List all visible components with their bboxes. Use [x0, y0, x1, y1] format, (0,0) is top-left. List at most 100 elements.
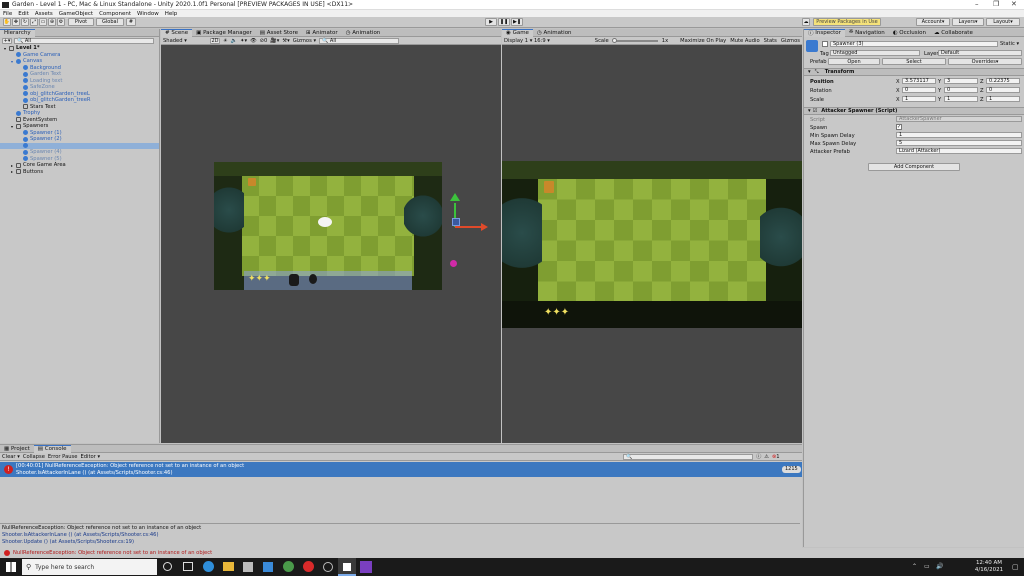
- gizmo-plane-handle[interactable]: [452, 218, 460, 226]
- edge-icon[interactable]: [203, 561, 214, 572]
- notifications-icon[interactable]: ▢: [1012, 563, 1019, 571]
- 2d-toggle[interactable]: 2D: [210, 37, 220, 44]
- tab-occlusion[interactable]: ◐ Occlusion: [889, 29, 930, 37]
- custom-tool-icon[interactable]: ⚙: [57, 18, 65, 26]
- collapse-toggle[interactable]: Collapse: [23, 454, 45, 460]
- min-spawn-delay-field[interactable]: 1: [896, 132, 1022, 138]
- unity-taskbar-icon[interactable]: [338, 558, 356, 576]
- add-component-button[interactable]: Add Component: [868, 163, 960, 171]
- audio-icon[interactable]: 🔈: [231, 38, 237, 44]
- taskbar-time[interactable]: 12:40 AM: [972, 560, 1006, 566]
- preview-packages-button[interactable]: Preview Packages in Use: [813, 18, 881, 26]
- tab-navigation[interactable]: ⛯ Navigation: [845, 29, 889, 37]
- tools-icon[interactable]: ⚒▾: [282, 38, 289, 44]
- tab-scene[interactable]: # Scene: [161, 28, 193, 37]
- menu-edit[interactable]: Edit: [18, 11, 29, 17]
- tab-console[interactable]: ▤ Console: [33, 444, 71, 453]
- position-x-field[interactable]: 3.573117: [902, 78, 936, 84]
- tab-collaborate[interactable]: ☁ Collaborate: [930, 29, 977, 37]
- display-dropdown[interactable]: Display 1 ▾: [504, 38, 532, 44]
- error-pause-toggle[interactable]: Error Pause: [48, 454, 78, 460]
- rotation-x-field[interactable]: 0: [902, 87, 936, 93]
- visibility-icon[interactable]: 👁: [250, 38, 257, 44]
- gizmo-x-axis[interactable]: [455, 226, 481, 228]
- app-icon[interactable]: [323, 562, 333, 572]
- lighting-icon[interactable]: ☀: [223, 38, 228, 44]
- account-dropdown[interactable]: Account ▾: [916, 18, 950, 26]
- global-toggle[interactable]: Global: [96, 18, 124, 26]
- scale-tool-icon[interactable]: ⤢: [30, 18, 38, 26]
- layer-dropdown[interactable]: Default: [938, 50, 1022, 56]
- scale-x-field[interactable]: 1: [902, 96, 936, 102]
- scale-z-field[interactable]: 1: [986, 96, 1020, 102]
- transform-header[interactable]: ▾ ⤡ Transform: [804, 68, 1024, 76]
- scale-x-axis-label[interactable]: X: [896, 97, 900, 103]
- gizmos-dropdown[interactable]: Gizmos ▾: [293, 38, 316, 44]
- static-toggle[interactable]: Static ▾: [1000, 41, 1019, 47]
- transform-tool-icon[interactable]: ⊕: [48, 18, 56, 26]
- scale-y-field[interactable]: 1: [944, 96, 978, 102]
- gizmo-y-arrow-icon[interactable]: [450, 193, 460, 201]
- chrome-icon[interactable]: [283, 561, 294, 572]
- step-button[interactable]: ▶❚: [511, 18, 523, 26]
- object-name-field[interactable]: Spawner (3): [830, 41, 998, 47]
- script-component-header[interactable]: ▾ ☑ Attacker Spawner (Script): [804, 107, 1024, 115]
- scale-slider[interactable]: [611, 37, 658, 43]
- info-count-icon[interactable]: ⓘ: [756, 453, 761, 460]
- detail-line-3[interactable]: Shooter.Update () (at Assets/Scripts/Sho…: [2, 539, 134, 545]
- task-view-icon[interactable]: [183, 562, 193, 571]
- tray-chevron-icon[interactable]: ⌃: [912, 563, 917, 570]
- tab-project[interactable]: ▦ Project: [0, 445, 34, 453]
- mail-icon[interactable]: [263, 562, 273, 572]
- error-count-toggle[interactable]: ⊗1: [772, 454, 780, 460]
- pause-button[interactable]: ❚❚: [498, 18, 510, 26]
- menu-component[interactable]: Component: [99, 11, 131, 17]
- layers-dropdown[interactable]: Layers ▾: [952, 18, 984, 26]
- mute-audio-toggle[interactable]: Mute Audio: [730, 38, 759, 44]
- max-spawn-delay-field[interactable]: 5: [896, 140, 1022, 146]
- rotation-x-axis-label[interactable]: X: [896, 88, 900, 94]
- scene-level-view[interactable]: ✦✦✦: [214, 162, 442, 290]
- volume-icon[interactable]: 🔊: [936, 563, 943, 570]
- camera-icon[interactable]: 🎥▾: [270, 38, 279, 44]
- minimize-icon[interactable]: –: [975, 0, 979, 8]
- status-bar[interactable]: NullReferenceException: Object reference…: [0, 548, 1024, 558]
- cortana-icon[interactable]: [163, 562, 172, 571]
- rotation-z-field[interactable]: 0: [986, 87, 1020, 93]
- pivot-toggle[interactable]: Pivot: [68, 18, 94, 26]
- shading-mode-dropdown[interactable]: Shaded ▾: [163, 38, 207, 44]
- grid-snap-icon[interactable]: #: [126, 18, 136, 26]
- menu-window[interactable]: Window: [137, 11, 159, 17]
- close-icon[interactable]: ✕: [1011, 0, 1017, 8]
- taskbar-date[interactable]: 4/16/2021: [972, 567, 1006, 573]
- file-explorer-icon[interactable]: [223, 562, 234, 571]
- visual-studio-icon[interactable]: [360, 561, 372, 573]
- console-splitter[interactable]: [0, 523, 800, 524]
- prefab-select-button[interactable]: Select: [882, 58, 946, 65]
- rotation-y-field[interactable]: 0: [944, 87, 978, 93]
- active-checkbox[interactable]: [822, 41, 828, 47]
- console-search-input[interactable]: 🔍: [623, 453, 754, 460]
- tab-game-animation[interactable]: ◷ Animation: [533, 29, 576, 37]
- tab-animator[interactable]: ⊞ Animator: [302, 29, 342, 37]
- tab-animation[interactable]: ◷ Animation: [342, 29, 385, 37]
- console-entry-selected[interactable]: ! [00:40:01] NullReferenceException: Obj…: [0, 462, 802, 477]
- position-z-field[interactable]: 0.22375: [986, 78, 1020, 84]
- hand-tool-icon[interactable]: ✋: [3, 18, 11, 26]
- rect-tool-icon[interactable]: ▭: [39, 18, 47, 26]
- cloud-icon[interactable]: ☁: [802, 18, 810, 26]
- menu-file[interactable]: File: [3, 11, 12, 17]
- script-enabled-checkbox[interactable]: ☑: [813, 108, 818, 114]
- rotate-tool-icon[interactable]: ↻: [21, 18, 29, 26]
- position-y-axis-label[interactable]: Y: [938, 79, 941, 85]
- prefab-overrides-dropdown[interactable]: Overrides ▾: [948, 58, 1022, 65]
- opera-icon[interactable]: [303, 561, 314, 572]
- game-gizmos-toggle[interactable]: Gizmos: [781, 38, 800, 44]
- maximize-icon[interactable]: ❐: [993, 0, 999, 8]
- rotation-z-axis-label[interactable]: Z: [980, 88, 984, 94]
- position-z-axis-label[interactable]: Z: [980, 79, 984, 85]
- network-icon[interactable]: ▭: [924, 563, 930, 570]
- scale-y-axis-label[interactable]: Y: [938, 97, 941, 103]
- warning-count-icon[interactable]: ⚠: [764, 454, 769, 460]
- hierarchy-search-input[interactable]: 🔍 All: [14, 38, 154, 44]
